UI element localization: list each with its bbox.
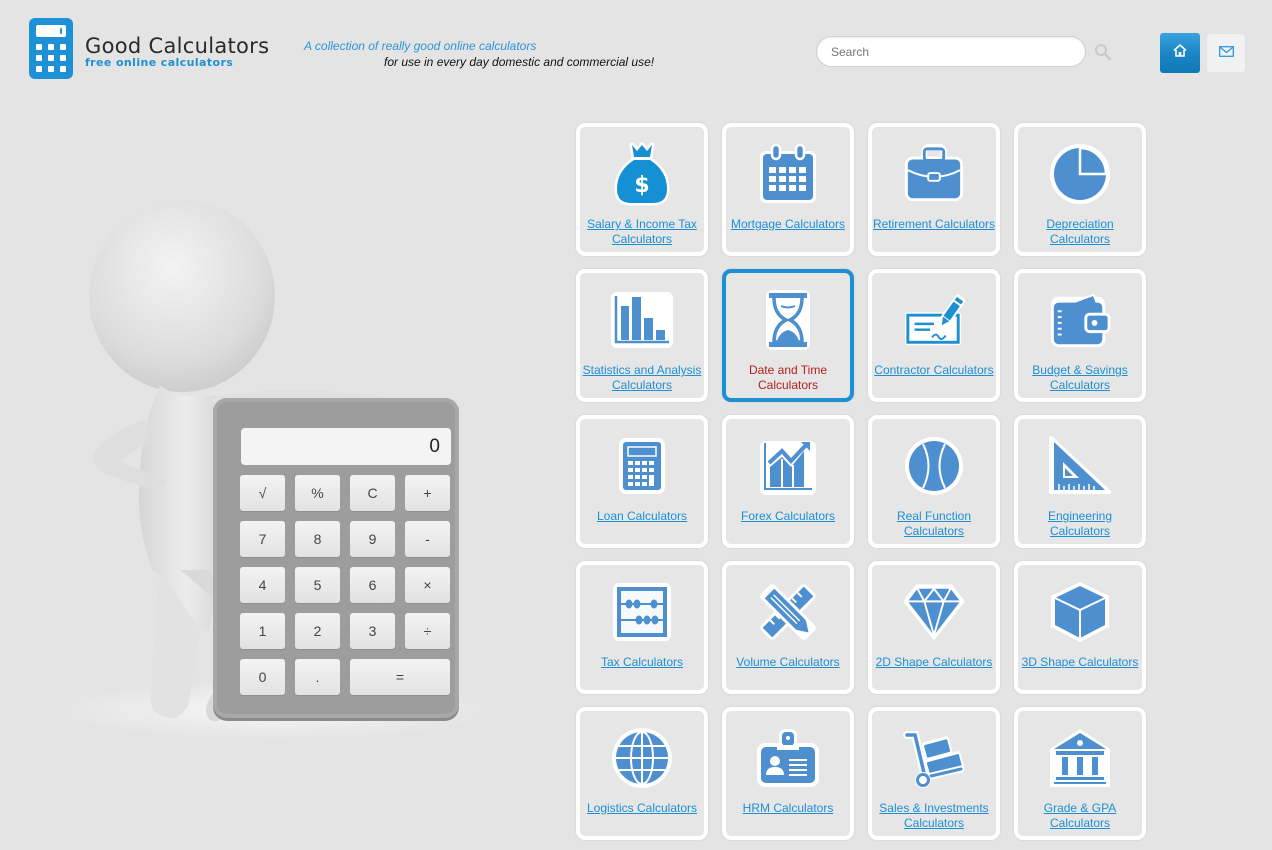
category-loan[interactable]: Loan Calculators — [576, 415, 708, 548]
tagline-line-1: A collection of really good online calcu… — [304, 39, 537, 53]
key-clear[interactable]: C — [350, 475, 395, 511]
key-equals[interactable]: = — [350, 659, 450, 695]
set-square-icon — [1049, 433, 1111, 499]
category-label: Forex Calculators — [740, 509, 836, 523]
category-tax[interactable]: Tax Calculators — [576, 561, 708, 694]
category-mortgage[interactable]: Mortgage Calculators — [722, 123, 854, 256]
calculator-logo-icon — [29, 18, 73, 79]
mail-icon — [1218, 44, 1234, 62]
category-depreciation[interactable]: Depreciation Calculators — [1014, 123, 1146, 256]
key-6[interactable]: 6 — [350, 567, 395, 603]
key-multiply[interactable]: × — [405, 567, 450, 603]
category-label: Salary & Income Tax Calculators — [587, 217, 697, 246]
key-5[interactable]: 5 — [295, 567, 340, 603]
category-2d-shape[interactable]: 2D Shape Calculators — [868, 561, 1000, 694]
search-form — [816, 36, 1112, 67]
tagline-line-2: for use in every day domestic and commer… — [384, 55, 655, 69]
bar-chart-icon — [611, 287, 673, 353]
category-sales-investments[interactable]: Sales & Investments Calculators — [868, 707, 1000, 840]
wallet-icon — [1049, 287, 1111, 353]
category-salary-income-tax[interactable]: $ Salary & Income Tax Calculators — [576, 123, 708, 256]
category-label: Grade & GPA Calculators — [1043, 801, 1117, 830]
cheque-pen-icon — [903, 287, 965, 353]
key-divide[interactable]: ÷ — [405, 613, 450, 649]
category-label: Budget & Savings Calculators — [1032, 363, 1128, 392]
category-date-time[interactable]: Date and Time Calculators — [722, 269, 854, 402]
pie-chart-icon — [1049, 141, 1111, 207]
category-label: Sales & Investments Calculators — [879, 801, 989, 830]
key-2[interactable]: 2 — [295, 613, 340, 649]
category-label: Tax Calculators — [600, 655, 684, 669]
calculator-display: 0 — [241, 428, 451, 465]
key-percent[interactable]: % — [295, 475, 340, 511]
category-label: Logistics Calculators — [586, 801, 698, 815]
category-label: Retirement Calculators — [872, 217, 996, 231]
key-9[interactable]: 9 — [350, 521, 395, 557]
site-logo[interactable]: Good Calculators free online calculators — [29, 18, 269, 79]
key-decimal[interactable]: . — [295, 659, 340, 695]
contact-button[interactable] — [1206, 33, 1246, 73]
hero-illustration: 0 √ % C + 7 8 9 - 4 5 6 × 1 2 3 ÷ 0 . = — [40, 190, 510, 750]
diamond-icon — [903, 579, 965, 645]
logo-title: Good Calculators — [85, 33, 270, 58]
svg-text:$: $ — [634, 173, 649, 198]
cube-icon — [1049, 579, 1111, 645]
category-grid: $ Salary & Income Tax Calculators Mortga… — [576, 123, 1146, 840]
category-label: Depreciation Calculators — [1046, 217, 1114, 246]
category-label: Mortgage Calculators — [730, 217, 846, 231]
logo-subtitle: free online calculators — [85, 55, 234, 69]
calculator-keypad: √ % C + 7 8 9 - 4 5 6 × 1 2 3 ÷ 0 . = — [240, 475, 450, 695]
category-label: Date and Time Calculators — [748, 363, 828, 392]
key-4[interactable]: 4 — [240, 567, 285, 603]
key-0[interactable]: 0 — [240, 659, 285, 695]
category-grade-gpa[interactable]: Grade & GPA Calculators — [1014, 707, 1146, 840]
search-input[interactable] — [816, 36, 1086, 67]
category-label: Engineering Calculators — [1047, 509, 1113, 538]
key-3[interactable]: 3 — [350, 613, 395, 649]
key-plus[interactable]: + — [405, 475, 450, 511]
globe-icon — [611, 725, 673, 791]
category-label: 2D Shape Calculators — [875, 655, 993, 669]
category-label: Real Function Calculators — [896, 509, 972, 538]
category-hrm[interactable]: HRM Calculators — [722, 707, 854, 840]
category-contractor[interactable]: Contractor Calculators — [868, 269, 1000, 402]
key-8[interactable]: 8 — [295, 521, 340, 557]
hourglass-icon — [757, 287, 819, 353]
search-icon[interactable] — [1094, 43, 1112, 61]
category-budget-savings[interactable]: Budget & Savings Calculators — [1014, 269, 1146, 402]
category-retirement[interactable]: Retirement Calculators — [868, 123, 1000, 256]
category-logistics[interactable]: Logistics Calculators — [576, 707, 708, 840]
category-forex[interactable]: Forex Calculators — [722, 415, 854, 548]
category-volume[interactable]: Volume Calculators — [722, 561, 854, 694]
category-label: Statistics and Analysis Calculators — [582, 363, 702, 392]
category-real-function[interactable]: Real Function Calculators — [868, 415, 1000, 548]
category-label: Loan Calculators — [596, 509, 688, 523]
briefcase-icon — [903, 141, 965, 207]
key-sqrt[interactable]: √ — [240, 475, 285, 511]
hand-truck-icon — [903, 725, 965, 791]
calendar-icon — [757, 141, 819, 207]
category-statistics[interactable]: Statistics and Analysis Calculators — [576, 269, 708, 402]
category-label: 3D Shape Calculators — [1021, 655, 1139, 669]
pencil-ruler-icon — [757, 579, 819, 645]
institution-icon — [1049, 725, 1111, 791]
abacus-icon — [611, 579, 673, 645]
category-label: HRM Calculators — [742, 801, 834, 815]
category-label: Volume Calculators — [736, 655, 840, 669]
calculator-icon — [611, 433, 673, 499]
key-minus[interactable]: - — [405, 521, 450, 557]
money-bag-icon: $ — [611, 141, 673, 207]
category-engineering[interactable]: Engineering Calculators — [1014, 415, 1146, 548]
home-icon — [1173, 43, 1187, 62]
trend-chart-icon — [757, 433, 819, 499]
calculator-widget: 0 √ % C + 7 8 9 - 4 5 6 × 1 2 3 ÷ 0 . = — [213, 398, 459, 718]
key-1[interactable]: 1 — [240, 613, 285, 649]
ball-icon — [903, 433, 965, 499]
id-badge-icon — [757, 725, 819, 791]
category-3d-shape[interactable]: 3D Shape Calculators — [1014, 561, 1146, 694]
key-7[interactable]: 7 — [240, 521, 285, 557]
home-button[interactable] — [1160, 33, 1200, 73]
category-label: Contractor Calculators — [874, 363, 994, 377]
